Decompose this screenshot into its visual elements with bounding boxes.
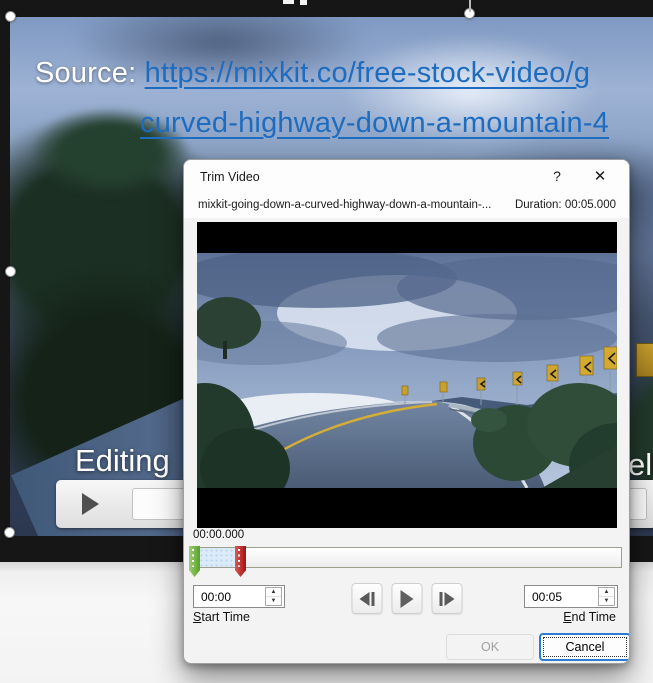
start-time-spinner: ▲ ▼: [193, 585, 285, 608]
next-frame-button[interactable]: [431, 583, 462, 614]
end-time-spinner: ▲ ▼: [524, 585, 618, 608]
play-icon[interactable]: [82, 493, 99, 515]
spin-down-icon[interactable]: ▼: [266, 597, 281, 605]
selection-handle-middle-left[interactable]: [5, 266, 16, 277]
source-hyperlink[interactable]: https://mixkit.co/free-stock-video/g: [145, 57, 591, 89]
chevron-sign: [636, 343, 653, 377]
selection-handle-bottom-left[interactable]: [4, 527, 15, 538]
dialog-title: Trim Video: [200, 170, 260, 184]
play-icon: [400, 589, 413, 608]
end-time-spin-buttons: ▲ ▼: [598, 587, 615, 606]
source-label: Source:: [35, 57, 145, 89]
trim-start-handle[interactable]: [189, 546, 200, 577]
source-text-line1: Source: https://mixkit.co/free-stock-vid…: [35, 57, 590, 90]
selection-handle-top-left[interactable]: [5, 11, 16, 22]
spin-up-icon[interactable]: ▲: [266, 588, 281, 597]
current-position-label: 00:00.000: [193, 529, 245, 541]
slide-caption-fragment: elb: [628, 447, 653, 482]
trim-video-dialog: Trim Video ? ✕ mixkit-going-down-a-curve…: [183, 159, 630, 664]
close-icon[interactable]: ✕: [583, 162, 617, 190]
next-frame-icon: [444, 591, 454, 606]
start-time-input[interactable]: [194, 586, 260, 607]
play-button[interactable]: [391, 583, 422, 614]
video-duration: Duration: 00:05.000: [514, 199, 616, 211]
offscreen-handle-fragment: [300, 0, 307, 5]
previous-frame-button[interactable]: [351, 583, 382, 614]
spin-up-icon[interactable]: ▲: [599, 588, 614, 597]
cancel-button[interactable]: Cancel: [539, 633, 629, 661]
source-text-line2: curved-highway-down-a-mountain-4: [140, 107, 609, 140]
slide-caption-text: Editing: [75, 443, 170, 478]
video-preview-frame: [197, 222, 617, 528]
end-time-input[interactable]: [525, 586, 591, 607]
ok-button[interactable]: OK: [446, 634, 534, 660]
rotation-handle-stem: [469, 0, 471, 12]
previous-frame-icon: [359, 591, 369, 606]
trim-end-handle[interactable]: [235, 546, 246, 577]
start-time-label: Start Time: [193, 610, 250, 624]
playback-controls: [351, 583, 462, 614]
help-icon[interactable]: ?: [540, 162, 574, 190]
video-file-name: mixkit-going-down-a-curved-highway-down-…: [198, 199, 492, 211]
source-hyperlink-line2[interactable]: curved-highway-down-a-mountain-4: [140, 107, 609, 139]
end-time-label: End Time: [563, 610, 616, 624]
video-preview-image: [197, 253, 617, 488]
trim-timeline-track[interactable]: [193, 547, 622, 568]
trim-selected-region: [194, 548, 239, 567]
start-time-spin-buttons: ▲ ▼: [265, 587, 282, 606]
offscreen-handle-fragment: [283, 0, 294, 4]
powerpoint-canvas: Source: https://mixkit.co/free-stock-vid…: [0, 0, 653, 683]
spin-down-icon[interactable]: ▼: [599, 597, 614, 605]
